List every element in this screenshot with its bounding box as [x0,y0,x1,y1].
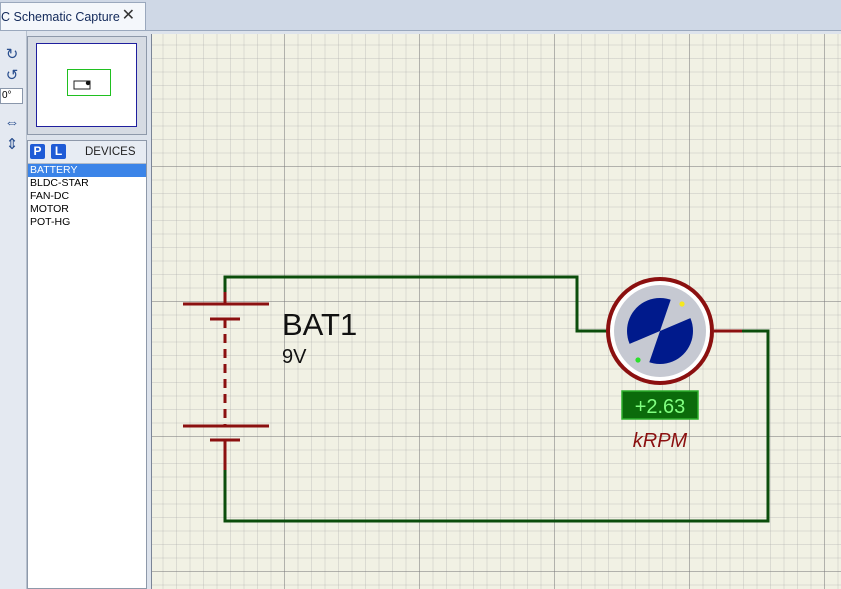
rotate-clockwise-icon[interactable]: ↻ [3,45,21,63]
dc-motor[interactable] [606,277,742,385]
device-item-pot-hg[interactable]: POT-HG [28,216,146,229]
overview-panel[interactable] [27,36,147,135]
overview-viewport[interactable] [67,69,111,96]
schematic-canvas[interactable]: BAT1 9V +2.63 kRPM [151,34,841,589]
schematic-drawing: BAT1 9V +2.63 kRPM [183,275,770,523]
mirror-vertical-icon[interactable]: ⇕ [3,135,21,153]
library-manager-button[interactable]: L [51,144,66,159]
battery-value-label[interactable]: 9V [282,346,307,368]
rotation-angle-field[interactable]: 0° [0,88,23,104]
tab-schematic-capture[interactable]: C Schematic Capture ✕ [0,2,146,30]
device-list: BATTERY BLDC-STAR FAN-DC MOTOR POT-HG [28,164,146,229]
motor-unit-label: kRPM [633,430,688,452]
rotate-anticlockwise-icon[interactable]: ↺ [3,66,21,84]
device-item-battery[interactable]: BATTERY [28,164,146,177]
device-item-motor[interactable]: MOTOR [28,203,146,216]
device-item-bldc-star[interactable]: BLDC-STAR [28,177,146,190]
overview-sheet [36,43,137,127]
tool-strip: ↻ ↺ 0° ⇔ ⇕ [0,31,27,589]
devices-panel: P L DEVICES BATTERY BLDC-STAR FAN-DC MOT… [27,140,147,589]
overview-circuit-thumbnail [73,80,91,90]
battery-bat1[interactable] [183,292,269,470]
tab-bar: C Schematic Capture ✕ [0,0,841,31]
close-icon[interactable]: ✕ [122,8,135,24]
mirror-horizontal-icon[interactable]: ⇔ [3,113,21,131]
devices-header: P L DEVICES [28,141,146,164]
tab-title: C Schematic Capture [1,9,120,24]
pick-devices-button[interactable]: P [30,144,45,159]
motor-readout-value: +2.63 [635,396,686,418]
devices-title: DEVICES [85,146,136,158]
battery-reference-label[interactable]: BAT1 [282,307,357,342]
device-item-fan-dc[interactable]: FAN-DC [28,190,146,203]
